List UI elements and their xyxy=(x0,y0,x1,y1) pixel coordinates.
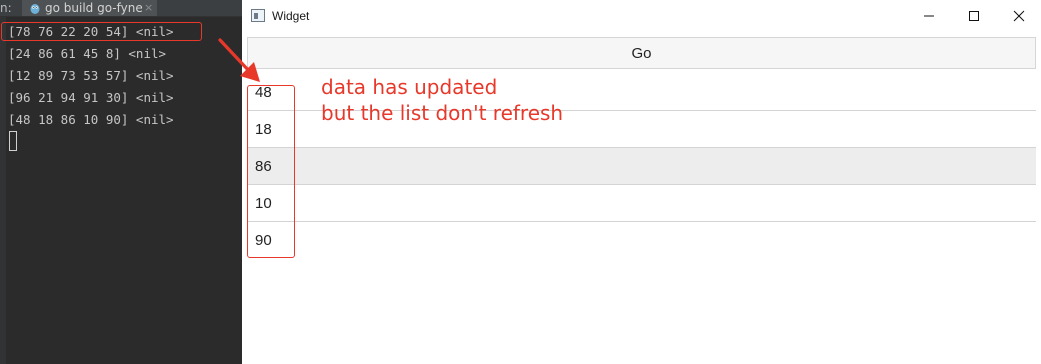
go-button[interactable]: Go xyxy=(247,37,1036,69)
console-line: [12 89 73 53 57] <nil> xyxy=(8,68,174,83)
maximize-icon xyxy=(969,11,979,21)
arrow-icon xyxy=(218,38,260,82)
go-gopher-icon xyxy=(30,4,40,14)
console-line: [96 21 94 91 30] <nil> xyxy=(8,90,174,105)
highlight-box-list xyxy=(247,85,295,258)
annotation-line: but the list don't refresh xyxy=(321,101,564,125)
run-tab-label: go build go-fyne xyxy=(45,1,143,15)
list-item[interactable]: 90 xyxy=(247,222,1036,259)
annotation-text: data has updated but the list don't refr… xyxy=(321,74,563,126)
console-line: [24 86 61 45 8] <nil> xyxy=(8,46,167,61)
close-icon xyxy=(1013,10,1025,22)
list-item[interactable]: 10 xyxy=(247,185,1036,222)
maximize-button[interactable] xyxy=(951,0,997,32)
ide-run-panel: n: go build go-fyne × [78 76 22 20 54] <… xyxy=(0,0,242,364)
annotation-line: data has updated xyxy=(321,75,498,99)
run-tab-prefix: n: xyxy=(0,1,12,15)
list-item[interactable]: 86 xyxy=(247,148,1036,185)
window-title: Widget xyxy=(272,9,310,23)
run-tabbar: n: go build go-fyne × xyxy=(0,0,242,17)
widget-window: Widget Go 48 18 86 10 90 xyxy=(242,0,1041,364)
console-gutter xyxy=(0,17,6,364)
highlight-box-console xyxy=(1,22,202,41)
console-cursor[interactable] xyxy=(9,131,17,151)
minimize-button[interactable] xyxy=(906,0,952,32)
app-window-icon xyxy=(251,9,265,22)
window-titlebar[interactable]: Widget xyxy=(242,0,1041,32)
run-tab-go-build[interactable]: go build go-fyne × xyxy=(22,0,157,16)
run-tab-close-icon[interactable]: × xyxy=(144,0,153,16)
minimize-icon xyxy=(924,15,934,17)
close-button[interactable] xyxy=(996,0,1041,32)
console-line: [48 18 86 10 90] <nil> xyxy=(8,112,174,127)
